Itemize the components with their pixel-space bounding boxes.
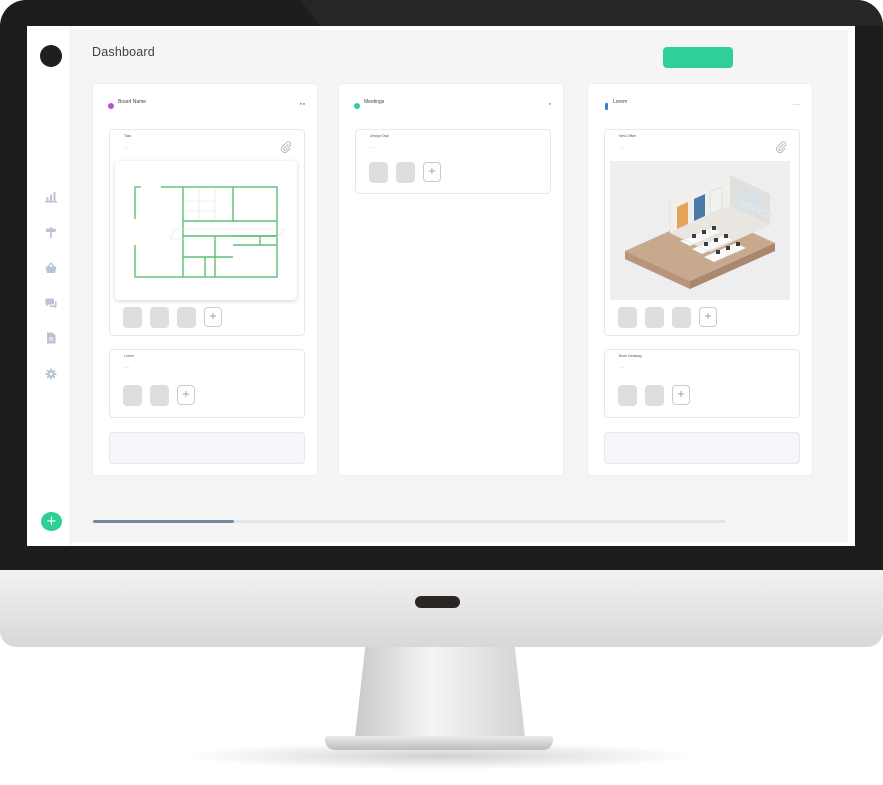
- document-icon[interactable]: [45, 332, 57, 344]
- board-column: Lorem —— New Office —— OFFICE + Book Get…: [587, 83, 813, 476]
- office-illustration-image: OFFICE: [610, 161, 790, 300]
- board-column: Meetings ■ Design Task —— +: [338, 83, 564, 476]
- avatar[interactable]: [672, 307, 691, 328]
- column-color-dot: [108, 103, 114, 109]
- add-member-button[interactable]: +: [672, 385, 690, 405]
- column-color-dot: [354, 103, 360, 109]
- column-color-marker: [605, 103, 608, 110]
- avatar[interactable]: [618, 385, 637, 406]
- card-title: New Office: [619, 134, 637, 138]
- column-title: Board Name: [118, 99, 147, 105]
- paperclip-icon[interactable]: [775, 140, 787, 154]
- card-subtitle: ——: [619, 365, 625, 369]
- card-title: Book Getaway: [619, 354, 642, 358]
- paperclip-icon[interactable]: [280, 140, 292, 154]
- floor-plan-image: [115, 161, 297, 300]
- assignee-list: +: [369, 162, 441, 183]
- basket-icon[interactable]: [45, 262, 57, 274]
- monitor-bezel-highlight: [300, 0, 883, 26]
- card-subtitle: ——: [619, 145, 625, 149]
- card-subtitle: ——: [370, 145, 376, 149]
- avatar[interactable]: [177, 307, 196, 328]
- monitor-stand-base: [325, 736, 553, 750]
- avatar[interactable]: [150, 307, 169, 328]
- card-title: Lorem: [124, 354, 134, 358]
- column-menu[interactable]: ——: [793, 102, 800, 106]
- bar-chart-icon[interactable]: [45, 191, 57, 203]
- column-title: Lorem: [613, 99, 628, 105]
- add-member-button[interactable]: +: [423, 162, 441, 182]
- task-card[interactable]: Book Getaway —— +: [604, 349, 800, 418]
- add-member-button[interactable]: +: [204, 307, 222, 327]
- avatar[interactable]: [396, 162, 415, 183]
- avatar[interactable]: [369, 162, 388, 183]
- avatar[interactable]: [123, 307, 142, 328]
- task-card[interactable]: Design Task —— +: [355, 129, 551, 194]
- column-title: Meetings: [364, 99, 385, 105]
- column-menu[interactable]: ■: [549, 102, 551, 106]
- app-logo[interactable]: [40, 45, 62, 67]
- add-member-button[interactable]: +: [699, 307, 717, 327]
- card-subtitle: ——: [124, 145, 130, 149]
- column-menu[interactable]: ■ ■: [300, 102, 305, 106]
- avatar[interactable]: [123, 385, 142, 406]
- primary-action-button[interactable]: [663, 47, 733, 68]
- signpost-icon[interactable]: [45, 226, 57, 238]
- monitor-chin: [0, 570, 883, 647]
- monitor-logo-slot: [415, 596, 460, 608]
- chat-icon[interactable]: [45, 297, 57, 309]
- assignee-list: +: [618, 307, 717, 328]
- avatar[interactable]: [645, 307, 664, 328]
- card-title: Task: [124, 134, 132, 138]
- assignee-list: +: [123, 385, 195, 406]
- page-title: Dashboard: [92, 45, 155, 59]
- task-card[interactable]: Task —— +: [109, 129, 305, 336]
- horizontal-scrollbar[interactable]: [93, 520, 726, 523]
- new-card-placeholder[interactable]: [109, 432, 305, 464]
- new-card-placeholder[interactable]: [604, 432, 800, 464]
- main-content: Dashboard Board Name ■ ■ Task —— + Lorem…: [71, 30, 848, 542]
- avatar[interactable]: [645, 385, 664, 406]
- scrollbar-thumb[interactable]: [93, 520, 234, 523]
- assignee-list: +: [618, 385, 690, 406]
- task-card[interactable]: New Office —— OFFICE +: [604, 129, 800, 336]
- assignee-list: +: [123, 307, 222, 328]
- card-title: Design Task: [370, 134, 390, 138]
- monitor-stand: [355, 647, 525, 737]
- monitor-screen: + Dashboard Board Name ■ ■ Task —— + Lor…: [27, 26, 855, 546]
- gear-icon[interactable]: [45, 368, 57, 380]
- task-card[interactable]: Lorem —— +: [109, 349, 305, 418]
- add-fab-button[interactable]: +: [41, 512, 62, 531]
- add-member-button[interactable]: +: [177, 385, 195, 405]
- avatar[interactable]: [618, 307, 637, 328]
- sidebar: +: [27, 26, 71, 546]
- board-column: Board Name ■ ■ Task —— + Lorem —— +: [92, 83, 318, 476]
- card-subtitle: ——: [124, 365, 130, 369]
- avatar[interactable]: [150, 385, 169, 406]
